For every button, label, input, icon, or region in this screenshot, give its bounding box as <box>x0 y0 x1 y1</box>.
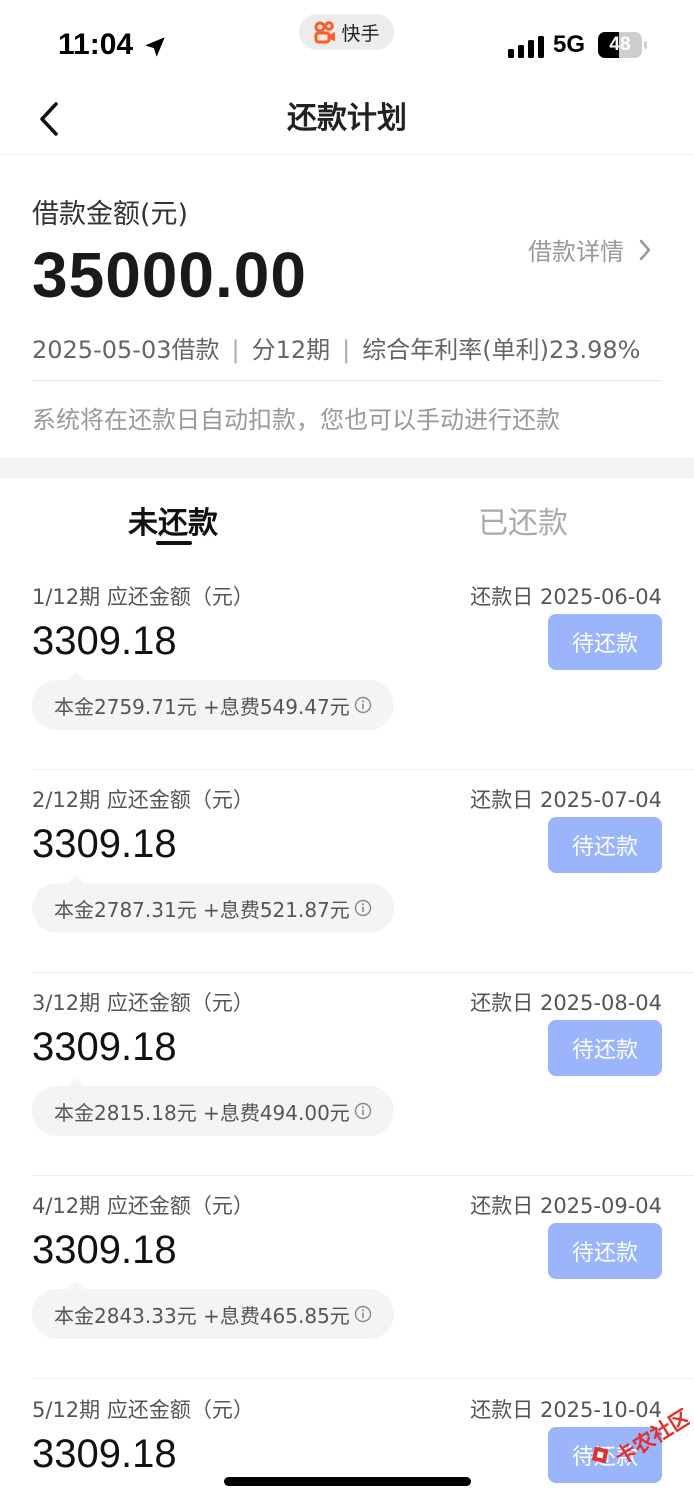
breakdown-text: 本金2843.33元 +息费465.85元 <box>54 1303 350 1328</box>
loan-date: 2025-05-03借款 <box>32 336 220 364</box>
loan-detail-label: 借款详情 <box>528 238 624 266</box>
installment-due-date: 还款日 2025-08-04 <box>470 991 662 1015</box>
installment-amount: 3309.18 <box>32 1228 177 1272</box>
kuaishou-logo-icon <box>314 21 336 44</box>
chevron-right-icon <box>639 239 651 260</box>
installment-due-date: 还款日 2025-09-04 <box>470 1194 662 1218</box>
back-chevron-icon[interactable] <box>30 98 70 140</box>
loan-amount-value: 35000.00 <box>32 239 307 311</box>
tab-paid[interactable]: 已还款 <box>478 498 568 542</box>
info-icon <box>354 899 372 917</box>
installment-breakdown[interactable]: 本金2815.18元 +息费494.00元 <box>32 1078 394 1136</box>
signal-icon <box>508 36 544 58</box>
installment-due-date: 还款日 2025-06-04 <box>470 585 662 609</box>
installment-breakdown[interactable]: 本金2843.33元 +息费465.85元 <box>32 1281 394 1339</box>
nav-divider <box>0 154 694 155</box>
home-indicator[interactable] <box>224 1477 471 1486</box>
meta-separator: | <box>342 336 351 364</box>
loan-detail-link[interactable]: 借款详情 <box>528 232 652 267</box>
item-divider <box>32 1378 694 1379</box>
location-arrow-icon <box>145 37 165 57</box>
installment-amount: 3309.18 <box>32 619 177 663</box>
pay-button[interactable]: 待还款 <box>548 1223 662 1279</box>
watermark-text: 卡农社区 <box>611 1408 690 1470</box>
breakdown-text: 本金2815.18元 +息费494.00元 <box>54 1100 350 1125</box>
installment-amount: 3309.18 <box>32 1432 177 1476</box>
installment-period: 4/12期 应还金额（元） <box>32 1194 254 1218</box>
loan-amount-label: 借款金额(元) <box>32 199 189 230</box>
installment-period: 1/12期 应还金额（元） <box>32 585 254 609</box>
app-name: 快手 <box>341 22 380 45</box>
installment-item: 4/12期 应还金额（元） 还款日 2025-09-04 3309.18 待还款… <box>0 1176 694 1379</box>
installment-period: 3/12期 应还金额（元） <box>32 991 254 1015</box>
breakdown-text: 本金2759.71元 +息费549.47元 <box>54 694 350 719</box>
breakdown-text: 本金2787.31元 +息费521.87元 <box>54 897 350 922</box>
battery-level: 48 <box>609 34 631 55</box>
installment-item: 1/12期 应还金额（元） 还款日 2025-06-04 3309.18 待还款… <box>0 567 694 770</box>
info-icon <box>354 1305 372 1323</box>
installment-amount: 3309.18 <box>32 1025 177 1069</box>
battery-icon: 48 <box>598 32 648 58</box>
installment-period: 5/12期 应还金额（元） <box>32 1398 254 1422</box>
installment-breakdown[interactable]: 本金2787.31元 +息费521.87元 <box>32 875 394 933</box>
loan-meta: 2025-05-03借款 | 分12期 | 综合年利率(单利)23.98% <box>32 330 640 365</box>
installment-period: 2/12期 应还金额（元） <box>32 788 254 812</box>
app-indicator-pill[interactable]: 快手 <box>299 14 394 50</box>
section-gap <box>0 458 694 478</box>
tab-active-indicator <box>156 541 192 545</box>
status-time: 11:04 <box>58 28 134 61</box>
tab-unpaid[interactable]: 未还款 <box>128 498 218 542</box>
info-icon <box>354 696 372 714</box>
installment-amount: 3309.18 <box>32 822 177 866</box>
installment-due-date: 还款日 2025-07-04 <box>470 788 662 812</box>
loan-periods: 分12期 <box>251 336 331 364</box>
installment-item: 3/12期 应还金额（元） 还款日 2025-08-04 3309.18 待还款… <box>0 973 694 1176</box>
auto-debit-notice: 系统将在还款日自动扣款，您也可以手动进行还款 <box>32 406 560 434</box>
pay-button[interactable]: 待还款 <box>548 1020 662 1076</box>
status-bar: 11:04 快手 5G 48 <box>0 0 694 92</box>
meta-separator: | <box>231 336 240 364</box>
loan-rate: 综合年利率(单利)23.98% <box>362 336 641 364</box>
pay-button[interactable]: 待还款 <box>548 817 662 873</box>
installment-item: 2/12期 应还金额（元） 还款日 2025-07-04 3309.18 待还款… <box>0 770 694 973</box>
pay-button[interactable]: 待还款 <box>548 614 662 670</box>
page-title: 还款计划 <box>287 101 407 136</box>
installment-breakdown[interactable]: 本金2759.71元 +息费549.47元 <box>32 672 394 730</box>
info-icon <box>354 1102 372 1120</box>
network-type: 5G <box>553 31 586 58</box>
summary-divider <box>32 380 662 381</box>
watermark-logo: 卡农社区 <box>591 1408 690 1470</box>
